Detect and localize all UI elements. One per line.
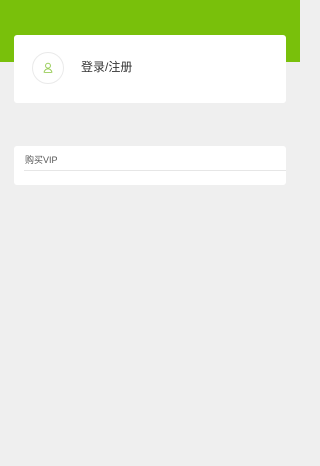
buy-vip-label: 购买VIP <box>25 155 58 165</box>
login-register-link[interactable]: 登录/注册 <box>81 58 132 76</box>
login-register-card[interactable]: 登录/注册 <box>14 35 286 103</box>
user-icon <box>43 62 53 73</box>
menu-card: 购买VIP <box>14 146 286 185</box>
buy-vip-menu-item[interactable]: 购买VIP <box>24 146 286 171</box>
avatar <box>32 52 64 84</box>
